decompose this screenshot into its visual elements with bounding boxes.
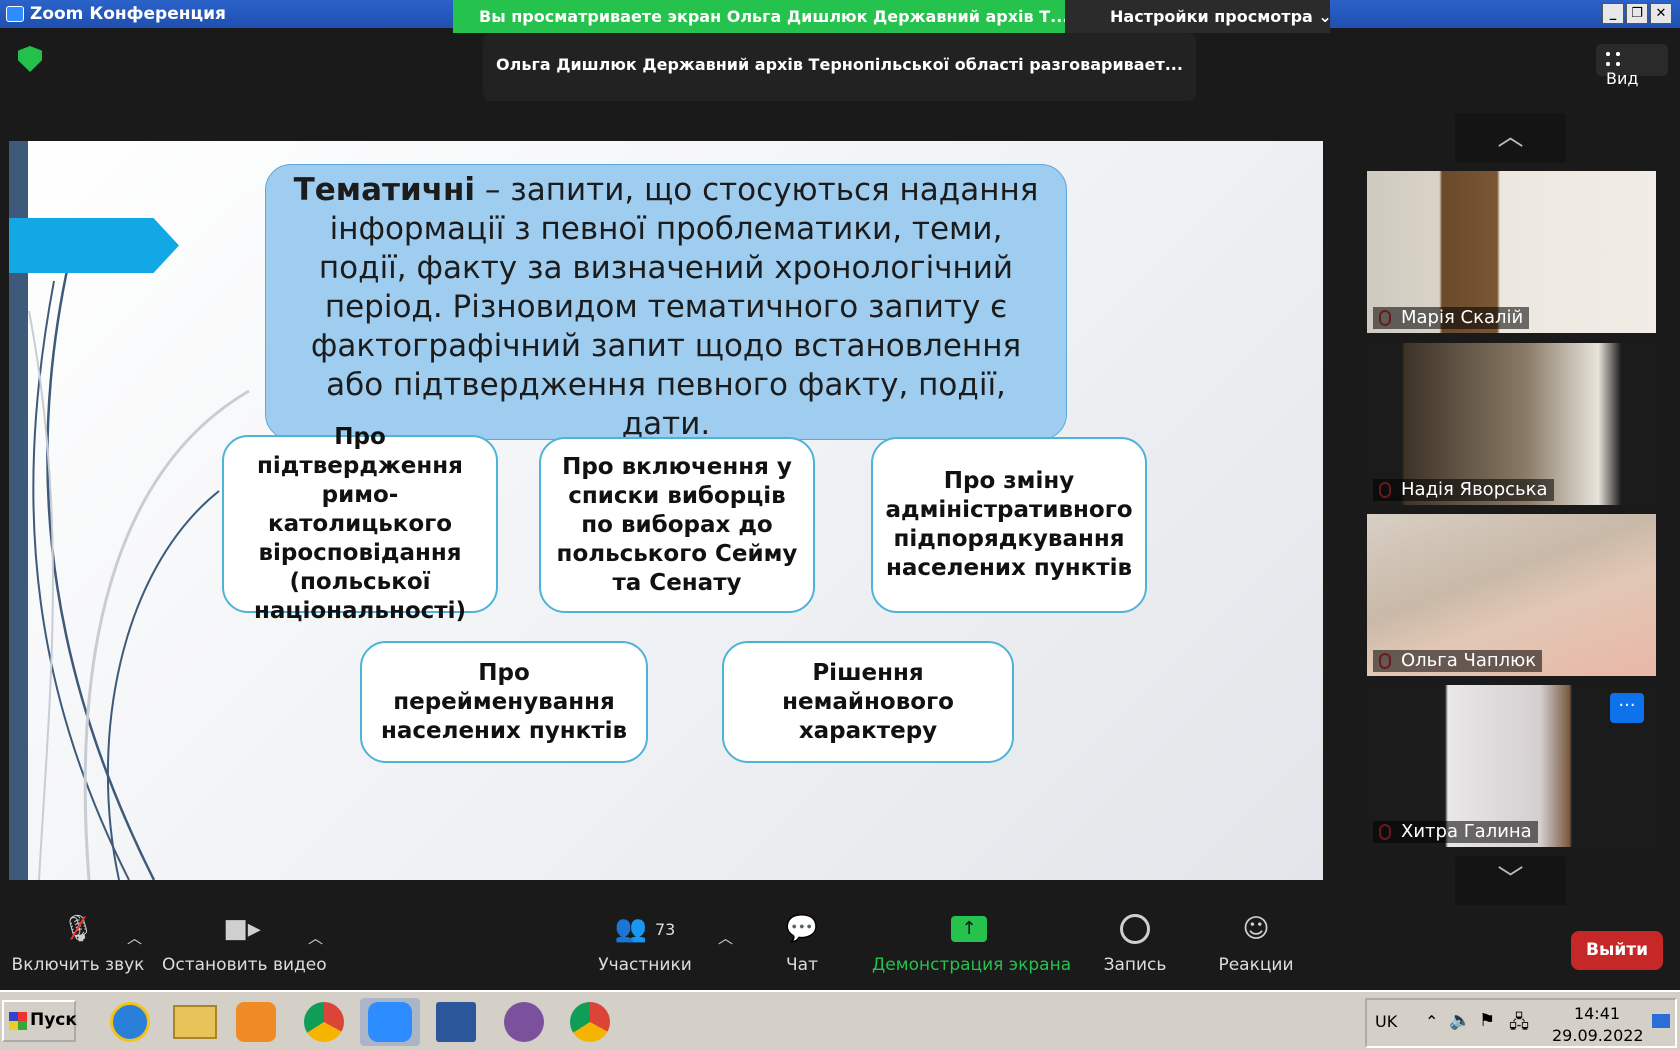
record-icon — [1100, 905, 1170, 953]
smiley-plus-icon: ☺ — [1242, 914, 1270, 944]
window-controls: _ ❐ ✕ — [1602, 3, 1672, 24]
scroll-down-button[interactable]: ﹀ — [1455, 856, 1566, 906]
windows-flag-icon — [9, 1012, 27, 1030]
reactions-button[interactable]: ☺ Реакции — [1214, 905, 1298, 975]
window-title: Zoom Конференция — [30, 4, 226, 24]
participant-name: Ольга Чаплюк — [1373, 650, 1543, 672]
screen-share-banner: Вы просматриваете экран Ольга Дишлюк Дер… — [453, 0, 1065, 33]
action-center-flag-icon[interactable]: ⚑ — [1479, 1010, 1495, 1031]
slide-arrow-shape — [9, 218, 179, 273]
os-taskbar: Пуск UK ⌃ 🔈 ⚑ 🖧 14:41 29.09.2022 — [0, 990, 1680, 1050]
start-label: Пуск — [30, 1010, 77, 1030]
video-camera-icon: ■▸ — [223, 914, 261, 944]
grid-icon — [1606, 52, 1620, 66]
unmute-label: Включить звук — [11, 955, 145, 975]
zoom-app-icon — [6, 6, 24, 22]
show-desktop-icon[interactable] — [1652, 1014, 1670, 1028]
clock-time: 14:41 — [1573, 1004, 1621, 1023]
record-button[interactable]: Запись — [1100, 905, 1170, 975]
slide-main-definition: Тематичні – запити, що стосуються наданн… — [265, 164, 1067, 442]
media-player-icon[interactable] — [226, 998, 286, 1046]
reactions-label: Реакции — [1218, 955, 1294, 975]
close-button[interactable]: ✕ — [1650, 3, 1672, 24]
language-indicator[interactable]: UK — [1375, 1012, 1397, 1031]
word-icon[interactable] — [426, 998, 486, 1046]
muted-microphone-icon: 🎙 ⁄ — [61, 911, 95, 947]
stop-video-button[interactable]: ■▸ Остановить видео — [162, 905, 327, 975]
participant-tile-1[interactable]: Марія Скалій — [1367, 171, 1656, 333]
meeting-toolbar: 🎙 ⁄ Включить звук ︿ ■▸ Остановить видео ︿… — [0, 905, 1680, 990]
chat-bubble-icon: 💬 — [785, 914, 819, 944]
share-screen-label: Демонстрация экрана — [872, 955, 1072, 975]
slide-card-voters: Про включення у списки виборців по вибор… — [539, 437, 815, 613]
participant-name: Хитра Галина — [1373, 821, 1538, 843]
slide-main-term: Тематичні — [293, 172, 476, 208]
slide-card-admin: Про зміну адміністративного підпорядкува… — [871, 437, 1147, 613]
minimize-button[interactable]: _ — [1602, 3, 1624, 24]
shared-slide: Тематичні – запити, що стосуються наданн… — [9, 141, 1323, 880]
share-screen-icon: ↑ — [872, 905, 1066, 953]
participants-icon: 👥 73 — [614, 914, 676, 944]
internet-explorer-icon[interactable] — [100, 998, 160, 1046]
record-label: Запись — [1103, 955, 1167, 975]
view-button[interactable]: Вид — [1596, 44, 1668, 88]
participants-options-caret[interactable]: ︿ — [718, 927, 733, 948]
clock[interactable]: 14:41 29.09.2022 — [1552, 1003, 1644, 1047]
slide-card-nonproperty: Рішення немайнового характеру — [722, 641, 1014, 763]
file-explorer-icon[interactable] — [165, 998, 225, 1046]
slide-card-religion: Про підтвердження римо-католицького віро… — [222, 424, 498, 624]
start-button[interactable]: Пуск — [2, 1000, 77, 1042]
more-options-button[interactable]: ··· — [1610, 693, 1644, 723]
stop-video-label: Остановить видео — [162, 955, 327, 975]
clock-date: 29.09.2022 — [1552, 1026, 1644, 1045]
view-options-dropdown[interactable]: Настройки просмотра ⌄ — [1065, 0, 1332, 33]
security-shield-icon[interactable] — [18, 46, 42, 72]
chat-label: Чат — [786, 955, 818, 975]
slide-main-text: – запити, що стосуються надання інформац… — [310, 172, 1039, 442]
participants-button[interactable]: 👥 73 Участники — [598, 905, 692, 975]
system-tray: UK ⌃ 🔈 ⚑ 🖧 14:41 29.09.2022 — [1365, 998, 1677, 1048]
chrome-profile-icon[interactable] — [560, 998, 620, 1046]
active-speaker-indicator: Ольга Дишлюк Державний архів Тернопільсь… — [483, 33, 1196, 101]
chrome-icon[interactable] — [294, 998, 354, 1046]
scroll-up-button[interactable]: ︿ — [1455, 113, 1566, 163]
view-button-label: Вид — [1606, 69, 1639, 88]
share-screen-button[interactable]: ↑ Демонстрация экрана — [872, 905, 1072, 975]
volume-icon[interactable]: 🔈 — [1449, 1010, 1471, 1031]
slide-card-rename: Про перейменування населених пунктів — [360, 641, 648, 763]
participant-tile-4[interactable]: ··· Хитра Галина — [1367, 685, 1656, 847]
tray-expand-icon[interactable]: ⌃ — [1425, 1012, 1438, 1031]
network-icon[interactable]: 🖧 — [1509, 1010, 1529, 1040]
chevron-down-icon: ⌄ — [1318, 7, 1332, 26]
participant-tile-3[interactable]: Ольга Чаплюк — [1367, 514, 1656, 676]
participants-count: 73 — [655, 919, 676, 939]
participant-tile-2[interactable]: Надія Яворська — [1367, 343, 1656, 505]
chat-button[interactable]: 💬 Чат — [772, 905, 832, 975]
view-options-label: Настройки просмотра — [1110, 7, 1313, 26]
participant-name: Марія Скалій — [1373, 307, 1530, 329]
audio-options-caret[interactable]: ︿ — [127, 927, 142, 948]
viber-icon[interactable] — [494, 998, 554, 1046]
participants-label: Участники — [598, 955, 692, 975]
unmute-button[interactable]: 🎙 ⁄ Включить звук — [10, 905, 146, 976]
video-options-caret[interactable]: ︿ — [308, 927, 323, 948]
participant-name: Надія Яворська — [1373, 479, 1554, 501]
zoom-taskbar-icon[interactable] — [360, 998, 420, 1046]
leave-meeting-button[interactable]: Выйти — [1571, 931, 1663, 970]
maximize-button[interactable]: ❐ — [1626, 3, 1648, 24]
